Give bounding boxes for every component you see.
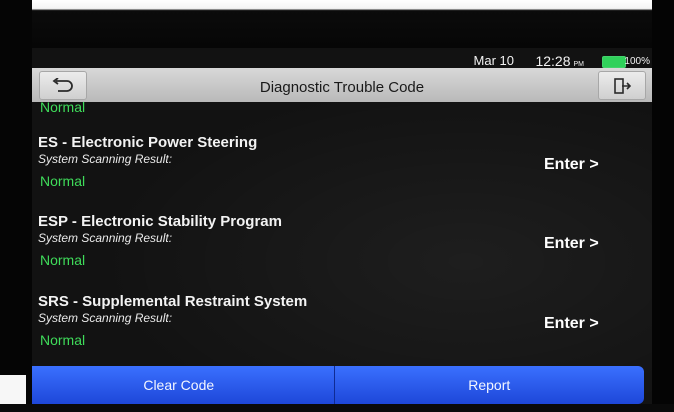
exit-button[interactable] (598, 71, 646, 100)
device-screen: Mar 10 12:28 PM 100% Diagnostic Trouble C… (32, 48, 652, 404)
photo-frame-bottom (0, 404, 674, 412)
status-time: 12:28 PM (535, 53, 584, 69)
status-ampm: PM (573, 61, 585, 68)
partial-item-status: Normal (40, 99, 86, 115)
system-subtitle: System Scanning Result: (38, 152, 173, 166)
list-item: ESP - Electronic Stability Program Syste… (32, 213, 652, 291)
battery-percent: 100% (624, 56, 650, 67)
status-bar: Mar 10 12:28 PM 100% (32, 48, 652, 69)
system-title: SRS - Supplemental Restraint System (38, 293, 308, 310)
list-item: SRS - Supplemental Restraint System Syst… (32, 293, 652, 371)
system-subtitle: System Scanning Result: (38, 231, 173, 245)
enter-button[interactable]: Enter > (544, 156, 599, 174)
system-title: ESP - Electronic Stability Program (38, 213, 282, 230)
enter-button[interactable]: Enter > (544, 315, 599, 333)
title-bar: Diagnostic Trouble Code (32, 68, 652, 102)
photo-frame-top (0, 0, 674, 48)
status-date: Mar 10 (473, 53, 514, 68)
system-status: Normal (40, 173, 86, 189)
exit-door-icon (614, 77, 631, 94)
list-item: ES - Electronic Power Steering System Sc… (32, 134, 652, 212)
system-title: ES - Electronic Power Steering (38, 134, 258, 151)
page-title: Diagnostic Trouble Code (259, 79, 425, 96)
status-time-value: 12:28 (535, 53, 571, 69)
photo-frame-right (652, 0, 674, 412)
clear-code-button[interactable]: Clear Code (32, 366, 335, 404)
battery-icon (602, 56, 626, 68)
system-status: Normal (40, 252, 86, 268)
bottom-action-bar: Clear Code Report (32, 366, 644, 404)
system-status: Normal (40, 332, 86, 348)
report-button[interactable]: Report (334, 366, 644, 404)
system-list: Normal ES - Electronic Power Steering Sy… (32, 99, 652, 360)
photo-frame-left (0, 0, 32, 412)
system-subtitle: System Scanning Result: (38, 311, 173, 325)
enter-button[interactable]: Enter > (544, 235, 599, 253)
